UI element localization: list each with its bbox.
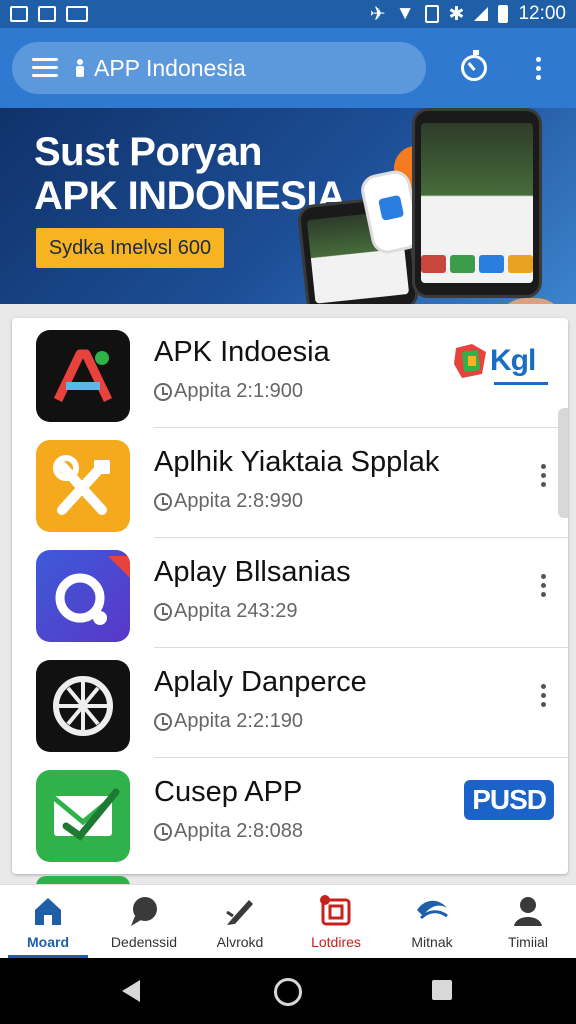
film-reel-icon (36, 660, 130, 752)
nav-label: Alvrokd (216, 934, 264, 950)
back-icon[interactable] (122, 980, 140, 1002)
wave-logo-icon (417, 900, 448, 920)
nav-recordings[interactable]: Lotdires (288, 885, 384, 958)
bottom-navigation: Moard Dedenssid Alvrokd Lotdires Mitnak (0, 884, 576, 958)
clock-icon (154, 382, 172, 401)
location-pin-icon (76, 59, 84, 77)
app-meta: Appita 2:1:900 (154, 380, 303, 403)
nav-network[interactable]: Mitnak (384, 885, 480, 958)
promo-banner[interactable]: Sust Poryan APK INDONESIA Sydka Imelvsl … (0, 108, 576, 304)
mail-check-icon (36, 770, 130, 862)
nav-label: Moard (27, 934, 69, 950)
recents-icon[interactable] (432, 980, 452, 1000)
more-vert-icon (535, 56, 541, 80)
app-meta: Appita 2:2:190 (154, 710, 303, 733)
signal-icon (474, 7, 489, 21)
banner-headline: Sust Poryan (34, 130, 262, 174)
app-list: APK Indoesia Appita 2:1:900 Kgl Aplhik Y… (12, 318, 568, 874)
a-letter-icon (36, 330, 130, 422)
app-bar: APP Indonesia (0, 28, 576, 108)
timer-button[interactable] (456, 50, 492, 86)
app-name: Aplhik Yiaktaia Spplak (154, 446, 440, 478)
message-notification-icon (66, 6, 88, 22)
menu-icon[interactable] (32, 58, 58, 78)
item-overflow-menu[interactable] (541, 464, 546, 487)
nav-home[interactable]: Moard (0, 885, 96, 958)
timer-icon (461, 50, 487, 81)
search-bar[interactable]: APP Indonesia (12, 42, 426, 94)
app-name: APK Indoesia (154, 336, 330, 368)
hand-illustration (496, 298, 566, 304)
battery-icon (498, 5, 509, 23)
wifi-icon: ▼ (395, 3, 415, 24)
nav-label: Mitnak (411, 934, 453, 950)
system-navigation-bar (0, 958, 576, 1024)
clock-icon (154, 602, 172, 621)
app-list-item[interactable]: APK Indoesia Appita 2:1:900 Kgl (12, 318, 568, 428)
status-bar: ✈ ▼ ✱ 12:00 (0, 0, 576, 28)
phone-illustration-large (412, 108, 542, 298)
home-circle-icon[interactable] (274, 978, 302, 1006)
overflow-menu-button[interactable] (520, 50, 556, 86)
nfc-icon: ✈ (369, 3, 386, 25)
app-list-item[interactable]: Cusep APP Appita 2:8:088 PUSD (12, 758, 568, 868)
ring-icon (36, 550, 130, 642)
screen-record-icon (320, 895, 351, 926)
image-notification-icon (38, 6, 56, 22)
scissors-icon (36, 440, 130, 532)
kgl-badge: Kgl (452, 340, 550, 392)
battery-saver-icon (424, 5, 439, 23)
nav-profile[interactable]: Timiial (480, 885, 576, 958)
chat-bubble-icon (131, 897, 157, 926)
app-name: Cusep APP (154, 776, 303, 808)
bluetooth-icon: ✱ (448, 3, 465, 25)
nav-edit[interactable]: Alvrokd (192, 885, 288, 958)
clock-time: 12:00 (518, 3, 566, 24)
pusd-badge: PUSD (464, 780, 554, 820)
nav-label: Lotdires (311, 934, 361, 950)
nav-label: Dedenssid (110, 934, 178, 950)
pen-icon (226, 900, 253, 925)
app-list-item[interactable]: Aplay Bllsanias Appita 243:29 (12, 538, 568, 648)
app-list-item[interactable]: Aplaly Danperce Appita 2:2:190 (12, 648, 568, 758)
home-icon (35, 898, 61, 925)
item-overflow-menu[interactable] (541, 684, 546, 707)
app-title: APP Indonesia (94, 54, 246, 81)
app-list-item[interactable]: Aplhik Yiaktaia Spplak Appita 2:8:990 (12, 428, 568, 538)
app-meta: Appita 243:29 (154, 600, 297, 623)
person-icon (514, 897, 542, 926)
clock-icon (154, 712, 172, 731)
banner-cta-button[interactable]: Sydka Imelvsl 600 (36, 228, 224, 268)
app-name: Aplay Bllsanias (154, 556, 351, 588)
gallery-notification-icon (10, 6, 28, 22)
clock-icon (154, 822, 172, 841)
nav-label: Timiial (508, 934, 548, 950)
item-overflow-menu[interactable] (541, 574, 546, 597)
nav-discussions[interactable]: Dedenssid (96, 885, 192, 958)
app-meta: Appita 2:8:990 (154, 490, 303, 513)
app-meta: Appita 2:8:088 (154, 820, 303, 843)
scrollbar-handle[interactable] (558, 408, 568, 518)
app-name: Aplaly Danperce (154, 666, 367, 698)
clock-icon (154, 492, 172, 511)
